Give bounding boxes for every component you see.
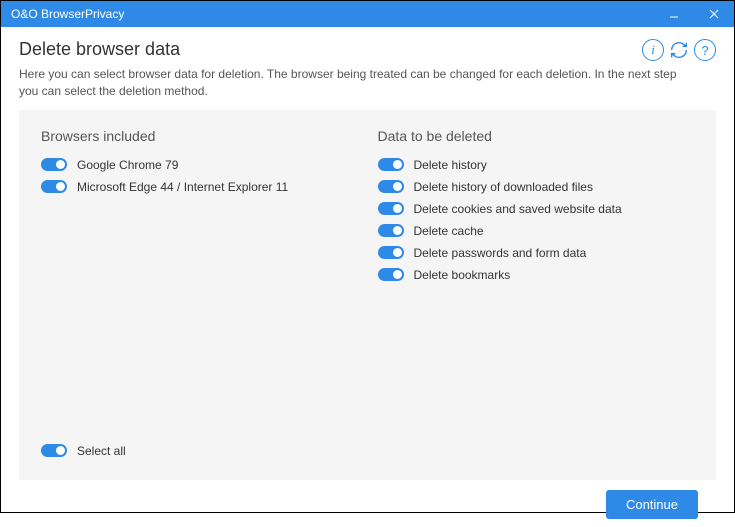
browser-row-edge-ie: Microsoft Edge 44 / Internet Explorer 11	[41, 180, 358, 194]
toggle-cookies[interactable]	[378, 202, 404, 215]
toggle-passwords[interactable]	[378, 246, 404, 259]
data-row-history: Delete history	[378, 158, 695, 172]
data-row-passwords: Delete passwords and form data	[378, 246, 695, 260]
continue-button[interactable]: Continue	[606, 490, 698, 519]
window-title: O&O BrowserPrivacy	[11, 7, 124, 21]
data-row-cookies: Delete cookies and saved website data	[378, 202, 695, 216]
toggle-download-history[interactable]	[378, 180, 404, 193]
page-header: Delete browser data i ? Here you can sel…	[19, 39, 716, 100]
toggle-history[interactable]	[378, 158, 404, 171]
data-label: Delete cache	[414, 224, 484, 238]
window-controls	[654, 1, 734, 27]
data-label: Delete history	[414, 158, 487, 172]
select-all-row: Select all	[41, 444, 126, 458]
browsers-heading: Browsers included	[41, 128, 358, 144]
browser-row-chrome: Google Chrome 79	[41, 158, 358, 172]
browser-label: Google Chrome 79	[77, 158, 178, 172]
header-icons: i ?	[642, 39, 716, 61]
refresh-icon[interactable]	[668, 39, 690, 61]
minimize-button[interactable]	[654, 1, 694, 27]
data-row-bookmarks: Delete bookmarks	[378, 268, 695, 282]
browser-label: Microsoft Edge 44 / Internet Explorer 11	[77, 180, 288, 194]
toggle-cache[interactable]	[378, 224, 404, 237]
toggle-chrome[interactable]	[41, 158, 67, 171]
content-area: Delete browser data i ? Here you can sel…	[1, 27, 734, 527]
data-column: Data to be deleted Delete history Delete…	[378, 128, 695, 290]
titlebar: O&O BrowserPrivacy	[1, 1, 734, 27]
select-all-label: Select all	[77, 444, 126, 458]
page-description: Here you can select browser data for del…	[19, 66, 699, 100]
info-icon[interactable]: i	[642, 39, 664, 61]
page-title: Delete browser data	[19, 39, 716, 60]
data-label: Delete passwords and form data	[414, 246, 587, 260]
help-icon[interactable]: ?	[694, 39, 716, 61]
toggle-edge-ie[interactable]	[41, 180, 67, 193]
toggle-select-all[interactable]	[41, 444, 67, 457]
main-panel: Browsers included Google Chrome 79 Micro…	[19, 110, 716, 480]
toggle-bookmarks[interactable]	[378, 268, 404, 281]
data-row-download-history: Delete history of downloaded files	[378, 180, 695, 194]
close-button[interactable]	[694, 1, 734, 27]
data-label: Delete history of downloaded files	[414, 180, 593, 194]
data-row-cache: Delete cache	[378, 224, 695, 238]
data-heading: Data to be deleted	[378, 128, 695, 144]
browsers-column: Browsers included Google Chrome 79 Micro…	[41, 128, 358, 290]
data-label: Delete bookmarks	[414, 268, 511, 282]
data-label: Delete cookies and saved website data	[414, 202, 622, 216]
